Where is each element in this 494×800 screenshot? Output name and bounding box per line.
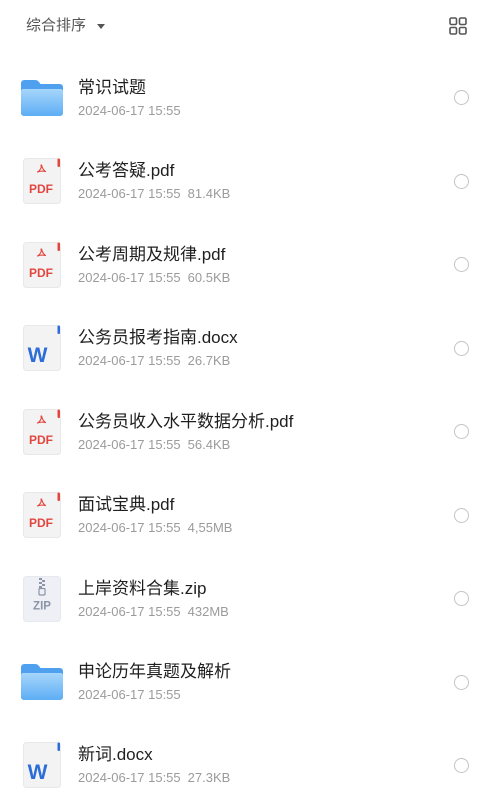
select-radio[interactable] (454, 173, 469, 189)
file-info: 公务员收入水平数据分析.pdf 2024-06-17 15:55 56.4KB (78, 411, 454, 453)
file-row[interactable]: PDF 面试宝典.pdf 2024-06-17 15:55 4,55MB (0, 474, 494, 558)
file-date: 2024-06-17 15:55 (78, 603, 181, 619)
file-name: 面试宝典.pdf (78, 495, 175, 515)
select-radio[interactable] (454, 90, 469, 106)
file-date: 2024-06-17 15:55 (78, 770, 181, 785)
file-row[interactable]: 申论历年真题及解析 2024-06-17 15:55 (0, 641, 494, 725)
file-name: 常识试题 (78, 77, 146, 97)
file-meta: 2024-06-17 15:55 432MB (78, 603, 454, 620)
file-date: 2024-06-17 15:55 (78, 269, 181, 285)
file-date: 2024-06-17 15:55 (78, 520, 181, 536)
file-size: 26.7KB (187, 353, 231, 369)
file-info: 申论历年真题及解析 2024-06-17 15:55 (78, 661, 454, 703)
file-info: 新词.docx 2024-06-17 15:55 27.3KB (78, 744, 454, 786)
file-name: 新词.docx (78, 745, 153, 764)
file-name: 公考周期及规律.pdf (78, 244, 226, 264)
word-file-icon: W (20, 742, 64, 788)
select-radio[interactable] (454, 757, 469, 773)
file-meta: 2024-06-17 15:55 60.5KB (78, 269, 454, 286)
file-size: 81.4KB (187, 186, 231, 202)
file-size: 4,55MB (187, 520, 233, 536)
file-name: 公务员报考指南.docx (78, 328, 238, 348)
file-info: 公考答疑.pdf 2024-06-17 15:55 81.4KB (78, 160, 454, 202)
file-list: 常识试题 2024-06-17 15:55 PDF 公考答疑.pdf 2024-… (0, 56, 494, 800)
file-meta: 2024-06-17 15:55 56.4KB (78, 436, 454, 453)
folder-icon (20, 75, 64, 121)
word-label: W (28, 344, 48, 367)
file-info: 上岸资料合集.zip 2024-06-17 15:55 432MB (78, 578, 454, 620)
file-row[interactable]: ZIP 上岸资料合集.zip 2024-06-17 15:55 432MB (0, 557, 494, 641)
file-name: 上岸资料合集.zip (78, 578, 207, 598)
pdf-label: PDF (29, 433, 53, 447)
file-name: 公务员收入水平数据分析.pdf (78, 411, 294, 431)
toolbar: 综合排序 (0, 0, 494, 56)
caret-down-icon (97, 24, 106, 29)
file-meta: 2024-06-17 15:55 (78, 686, 454, 703)
file-info: 公考周期及规律.pdf 2024-06-17 15:55 60.5KB (78, 244, 454, 286)
file-meta: 2024-06-17 15:55 26.7KB (78, 352, 454, 369)
grid-view-icon (449, 17, 467, 35)
grid-view-button[interactable] (448, 16, 468, 36)
folder-icon (20, 659, 64, 705)
pdf-file-icon: PDF (20, 408, 64, 455)
sort-label: 综合排序 (26, 17, 87, 34)
file-row[interactable]: PDF 公务员收入水平数据分析.pdf 2024-06-17 15:55 56.4… (0, 390, 494, 474)
word-file-icon: W (20, 325, 64, 372)
file-date: 2024-06-17 15:55 (78, 102, 181, 118)
file-date: 2024-06-17 15:55 (78, 687, 181, 703)
select-radio[interactable] (454, 591, 469, 607)
file-size: 60.5KB (187, 269, 231, 285)
pdf-label: PDF (29, 266, 53, 280)
file-date: 2024-06-17 15:55 (78, 353, 181, 369)
file-meta: 2024-06-17 15:55 4,55MB (78, 519, 454, 536)
file-meta: 2024-06-17 15:55 (78, 102, 454, 119)
select-radio[interactable] (454, 507, 469, 523)
file-row[interactable]: PDF 公考答疑.pdf 2024-06-17 15:55 81.4KB (0, 140, 494, 224)
file-name: 申论历年真题及解析 (78, 662, 231, 682)
file-size: 27.3KB (187, 770, 231, 785)
select-radio[interactable] (454, 674, 469, 690)
file-size: 432MB (187, 603, 229, 619)
select-radio[interactable] (454, 424, 469, 440)
file-meta: 2024-06-17 15:55 27.3KB (78, 769, 454, 786)
file-date: 2024-06-17 15:55 (78, 186, 181, 202)
file-size: 56.4KB (187, 436, 231, 452)
file-info: 常识试题 2024-06-17 15:55 (78, 77, 454, 119)
select-radio[interactable] (454, 340, 469, 356)
select-radio[interactable] (454, 257, 469, 273)
pdf-file-icon: PDF (20, 492, 64, 539)
file-row[interactable]: W 公务员报考指南.docx 2024-06-17 15:55 26.7KB (0, 307, 494, 391)
file-row[interactable]: W 新词.docx 2024-06-17 15:55 27.3KB (0, 724, 494, 800)
pdf-label: PDF (29, 182, 53, 196)
zip-label: ZIP (33, 600, 51, 612)
pdf-file-icon: PDF (20, 241, 64, 288)
pdf-label: PDF (29, 516, 53, 530)
file-date: 2024-06-17 15:55 (78, 436, 181, 452)
sort-dropdown[interactable]: 综合排序 (26, 16, 106, 36)
pdf-file-icon: PDF (20, 158, 64, 205)
file-info: 面试宝典.pdf 2024-06-17 15:55 4,55MB (78, 494, 454, 536)
file-meta: 2024-06-17 15:55 81.4KB (78, 185, 454, 202)
file-info: 公务员报考指南.docx 2024-06-17 15:55 26.7KB (78, 327, 454, 369)
word-label: W (28, 761, 48, 784)
file-name: 公考答疑.pdf (78, 161, 175, 181)
file-row[interactable]: PDF 公考周期及规律.pdf 2024-06-17 15:55 60.5KB (0, 223, 494, 307)
file-row[interactable]: 常识试题 2024-06-17 15:55 (0, 56, 494, 140)
zip-file-icon: ZIP (20, 575, 64, 622)
